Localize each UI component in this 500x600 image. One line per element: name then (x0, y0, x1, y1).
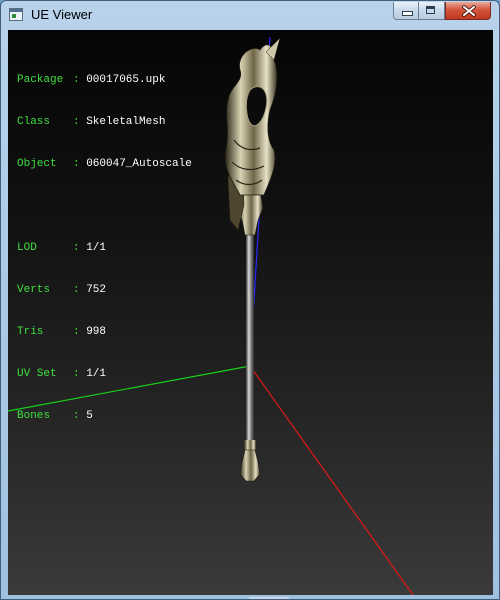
info-separator: : (73, 284, 87, 296)
minimize-icon (402, 11, 413, 16)
info-row-uvset: UV Set: 1/1 (17, 367, 192, 381)
staff-mesh (224, 37, 281, 482)
staff-collar (244, 440, 256, 450)
info-spacer (17, 199, 192, 213)
info-value-uvset: 1/1 (86, 368, 107, 380)
3d-viewport[interactable]: Package: 00017065.upk Class: SkeletalMes… (8, 30, 493, 595)
info-row-bones: Bones: 5 (17, 409, 192, 423)
info-value-lod: 1/1 (86, 242, 107, 254)
info-label-bones: Bones (17, 410, 51, 422)
info-value-bones: 5 (86, 410, 93, 422)
window-title: UE Viewer (31, 7, 93, 22)
info-label-verts: Verts (17, 284, 51, 296)
info-value-package: 00017065.upk (86, 74, 166, 86)
info-row-package: Package: 00017065.upk (17, 73, 192, 87)
staff-butt (239, 449, 261, 482)
info-label-object: Object (17, 158, 57, 170)
info-row-lod: LOD: 1/1 (17, 241, 192, 255)
mesh-info-overlay: Package: 00017065.upk Class: SkeletalMes… (17, 45, 192, 451)
info-separator: : (73, 242, 87, 254)
info-value-class: SkeletalMesh (86, 116, 166, 128)
info-value-object: 060047_Autoscale (86, 158, 192, 170)
staff-shaft (246, 230, 254, 445)
info-label-class: Class (17, 116, 51, 128)
info-row-tris: Tris: 998 (17, 325, 192, 339)
info-separator: : (73, 74, 87, 86)
app-window: UE Viewer Package: 00017065.upk Class:… (0, 0, 500, 600)
info-value-tris: 998 (86, 326, 107, 338)
info-label-tris: Tris (17, 326, 44, 338)
info-label-package: Package (17, 74, 64, 86)
info-value-verts: 752 (86, 284, 107, 296)
title-bar[interactable]: UE Viewer (1, 1, 499, 28)
info-row-object: Object: 060047_Autoscale (17, 157, 192, 171)
info-separator: : (73, 158, 87, 170)
maximize-button[interactable] (419, 2, 445, 20)
x-axis-line (249, 365, 414, 595)
close-button[interactable] (445, 2, 491, 20)
info-separator: : (73, 368, 87, 380)
info-label-lod: LOD (17, 242, 37, 254)
info-row-verts: Verts: 752 (17, 283, 192, 297)
close-icon (462, 5, 476, 17)
info-separator: : (73, 116, 87, 128)
minimize-button[interactable] (393, 2, 419, 20)
maximize-icon (426, 6, 435, 14)
info-separator: : (73, 326, 87, 338)
app-icon[interactable] (9, 8, 23, 21)
info-separator: : (73, 410, 87, 422)
info-label-uvset: UV Set (17, 368, 57, 380)
info-row-class: Class: SkeletalMesh (17, 115, 192, 129)
